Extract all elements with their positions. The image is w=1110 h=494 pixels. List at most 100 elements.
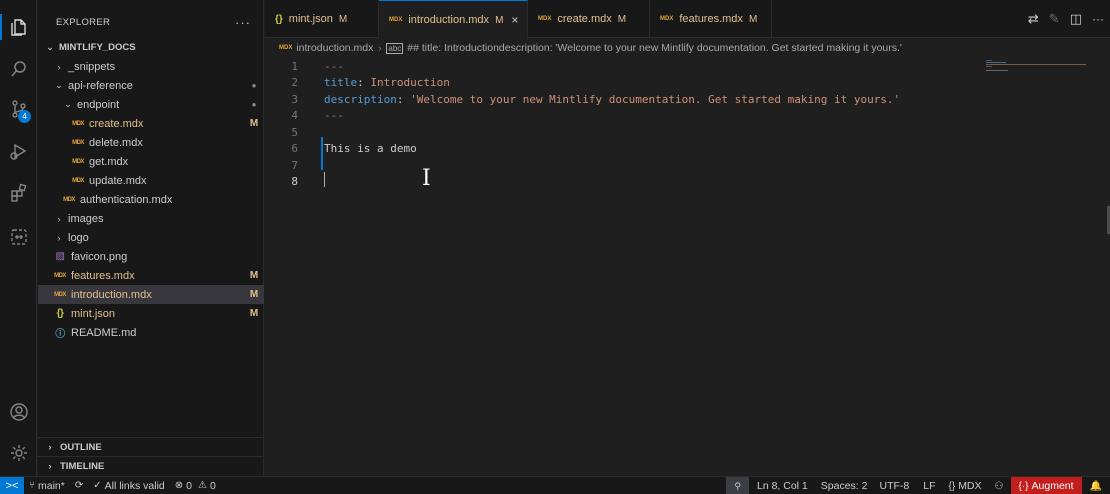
language-mode[interactable]: {} MDX — [943, 477, 988, 494]
tree-item-label: logo — [68, 231, 89, 244]
tree-folder[interactable]: › images — [38, 209, 264, 228]
tree-folder[interactable]: ⌄ endpoint ● — [38, 95, 264, 114]
outline-section[interactable]: › OUTLINE — [38, 437, 264, 456]
indentation[interactable]: Spaces: 2 — [816, 477, 873, 494]
modified-dot: ● — [251, 81, 257, 90]
explorer-title: EXPLORER — [56, 16, 111, 28]
tab-label: create.mdx — [557, 13, 612, 25]
tab-create-mdx[interactable]: MDX create.mdx M — [528, 0, 650, 38]
tree-file[interactable]: MDX introduction.mdx M — [38, 285, 264, 304]
minimap[interactable] — [986, 58, 1096, 88]
tree-file[interactable]: MDX create.mdx M — [38, 114, 264, 133]
mdx-file-icon: MDX — [72, 177, 84, 184]
branch-item[interactable]: ⑂ main* — [24, 477, 70, 494]
remote-indicator[interactable]: >< — [0, 476, 24, 494]
tree-item-label: introduction.mdx — [71, 288, 152, 301]
git-status-badge: M — [249, 270, 259, 281]
tab-modified-badge: M — [495, 14, 504, 26]
run-debug-icon[interactable] — [0, 134, 37, 168]
git-status-badge: M — [249, 289, 259, 300]
error-count: 0 — [186, 479, 192, 492]
files-icon[interactable] — [0, 10, 37, 44]
code-line: 8 — [265, 174, 1085, 191]
problems-status[interactable]: ⊗ 0 ⚠ 0 — [170, 477, 221, 494]
line-ending[interactable]: LF — [916, 477, 942, 494]
code-line: 2 title: Introduction — [265, 75, 1085, 92]
tab-features-mdx[interactable]: MDX features.mdx M — [650, 0, 772, 38]
sync-button[interactable]: ⟳ — [70, 477, 88, 494]
search-icon[interactable] — [0, 52, 37, 86]
tree-folder[interactable]: › logo — [38, 228, 264, 247]
augment-button[interactable]: {·} Augment — [1010, 477, 1082, 494]
code-line: 6 This is a demo — [265, 141, 1085, 158]
explorer-sidebar: EXPLORER ··· ⌄ MINTLIFY_DOCS › _snippets ⌄… — [38, 0, 264, 476]
split-editor-icon[interactable]: ◫ — [1070, 11, 1082, 27]
notifications-icon[interactable]: 🔔 — [1082, 477, 1110, 494]
cursor-position[interactable]: Ln 8, Col 1 — [749, 477, 816, 494]
mdx-file-icon: MDX — [72, 158, 84, 165]
compare-changes-icon[interactable]: ⇄ — [1028, 11, 1039, 27]
code-text: description: 'Welcome to your new Mintli… — [324, 92, 901, 106]
tree-file[interactable]: MDX features.mdx M — [38, 266, 264, 285]
tab-mint-json[interactable]: {} mint.json M — [265, 0, 379, 38]
tree-file[interactable]: MDX delete.mdx — [38, 133, 264, 152]
tab-modified-badge: M — [748, 13, 758, 25]
remote-icon[interactable] — [0, 220, 37, 254]
tab-introduction-mdx[interactable]: MDX introduction.mdx M × — [379, 0, 528, 39]
tree-item-label: update.mdx — [89, 174, 147, 187]
line-number: 1 — [291, 59, 298, 73]
close-icon[interactable]: × — [511, 13, 518, 27]
tree-item-label: mint.json — [71, 307, 116, 320]
settings-gear-icon[interactable] — [0, 436, 37, 470]
breadcrumb: MDX introduction.mdx › abc ## title: Int… — [265, 38, 1110, 58]
tab-modified-badge: M — [338, 13, 348, 25]
tree-file[interactable]: {} mint.json M — [38, 304, 264, 323]
tree-item-label: authentication.mdx — [80, 193, 173, 206]
links-status[interactable]: ✓ All links valid — [88, 477, 170, 494]
mdx-file-icon: MDX — [660, 16, 674, 22]
breadcrumb-symbol[interactable]: ## title: Introductiondescription: 'Welc… — [407, 42, 902, 54]
code-text: --- — [324, 109, 344, 123]
tree-file[interactable]: MDX update.mdx — [38, 171, 264, 190]
zoom-icon[interactable]: ⚲ — [726, 477, 749, 494]
chevron-right-icon: › — [57, 61, 61, 72]
tree-item-label: README.md — [71, 326, 137, 339]
tree-file[interactable]: ▨ favicon.png — [38, 247, 264, 266]
tree-folder[interactable]: ⌄ api-reference ● — [38, 76, 264, 95]
breadcrumb-file[interactable]: introduction.mdx — [296, 42, 373, 54]
sync-icon: ⟳ — [74, 480, 84, 491]
more-actions-icon[interactable]: ··· — [1092, 12, 1104, 26]
more-actions-icon[interactable]: ··· — [235, 15, 251, 30]
tree-file[interactable]: MDX authentication.mdx — [38, 190, 264, 209]
status-right: ⚲ Ln 8, Col 1 Spaces: 2 UTF-8 LF {} MDX … — [726, 477, 1110, 494]
code-editor[interactable]: 1 --- 2 title: Introduction 3 description: 'W… — [265, 58, 1110, 476]
account-icon[interactable] — [0, 395, 37, 429]
tree-item-label: create.mdx — [89, 117, 144, 130]
tree-file[interactable]: MDX get.mdx — [38, 152, 264, 171]
chevron-down-icon: ⌄ — [55, 80, 63, 90]
timeline-section[interactable]: › TIMELINE — [38, 456, 264, 475]
braces-icon: {} — [948, 480, 956, 492]
line-number: 2 — [291, 76, 298, 90]
extensions-icon[interactable] — [0, 176, 37, 210]
encoding[interactable]: UTF-8 — [872, 477, 916, 494]
editor-scrollbar[interactable] — [1104, 58, 1110, 476]
chevron-right-icon: › — [48, 442, 52, 452]
tree-item-label: get.mdx — [89, 155, 129, 168]
tree-item-label: _snippets — [68, 60, 116, 73]
mdx-file-icon: MDX — [538, 16, 552, 22]
git-branch-icon: ⑂ — [29, 480, 35, 491]
language-label: MDX — [958, 480, 982, 492]
workspace-root[interactable]: ⌄ MINTLIFY_DOCS — [38, 38, 264, 57]
editor-actions: ⇄ ✎ ◫ ··· — [1028, 0, 1104, 38]
tree-folder[interactable]: › _snippets — [38, 57, 264, 76]
edit-icon[interactable]: ✎ — [1049, 11, 1060, 27]
warning-count: 0 — [209, 479, 216, 492]
tree-item-label: delete.mdx — [89, 136, 143, 149]
tree-item-label: api-reference — [68, 79, 133, 92]
tree-file[interactable]: ⓘ README.md — [38, 323, 264, 342]
source-control-icon[interactable]: 4 — [0, 92, 37, 126]
copilot-icon[interactable]: ⚇ — [988, 477, 1011, 494]
tree-item-label: images — [68, 212, 104, 225]
mdx-file-icon: MDX — [63, 196, 75, 203]
